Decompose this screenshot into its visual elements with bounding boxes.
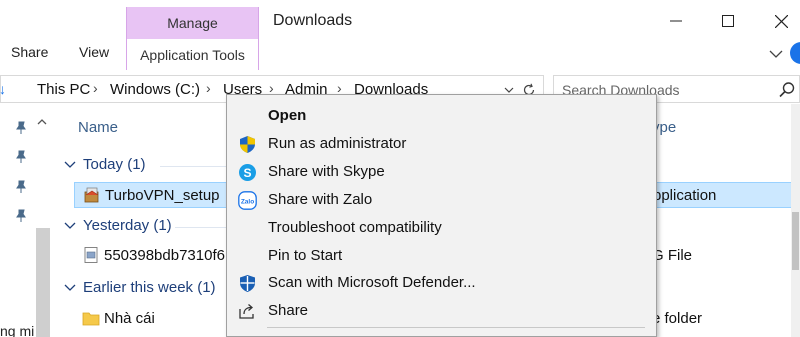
menu-item-run-as-administrator[interactable]: Run as administrator: [227, 130, 656, 158]
menu-item-share-with-zalo[interactable]: Zalo Share with Zalo: [227, 186, 656, 214]
breadcrumb-windows-c[interactable]: Windows (C:): [110, 81, 200, 98]
image-file-icon: [84, 247, 98, 263]
svg-text:S: S: [243, 166, 251, 180]
menu-item-pin-to-start[interactable]: Pin to Start: [227, 242, 656, 270]
column-header-name[interactable]: Name: [78, 119, 118, 136]
file-name: 550398bdb7310f6: [104, 247, 225, 264]
zalo-icon: Zalo: [238, 191, 257, 210]
chevron-right-icon[interactable]: ›: [93, 80, 98, 96]
folder-icon: [82, 312, 100, 326]
file-name: TurboVPN_setup: [105, 187, 220, 204]
file-type: G File: [652, 247, 693, 264]
context-menu: Open Run as administrator S Share with S…: [226, 94, 657, 337]
manage-tab-group: Manage: [126, 7, 259, 39]
chevron-right-icon[interactable]: ›: [206, 80, 211, 96]
search-icon[interactable]: [778, 81, 796, 99]
menu-item-share-with-skype[interactable]: S Share with Skype: [227, 158, 656, 186]
menu-item-label: Share with Skype: [268, 163, 385, 180]
menu-separator: [267, 327, 645, 328]
manage-label: Manage: [167, 15, 218, 31]
maximize-icon: [722, 15, 734, 27]
pin-icon[interactable]: [14, 150, 28, 164]
menu-item-scan-with-defender[interactable]: Scan with Microsoft Defender...: [227, 269, 656, 297]
menu-item-label: Open: [268, 107, 307, 124]
menu-item-label: Share with Zalo: [268, 191, 373, 208]
chevron-down-icon: [64, 161, 76, 168]
tab-view[interactable]: View: [79, 44, 109, 60]
ribbon-expand-button[interactable]: [766, 44, 786, 64]
installer-icon: [84, 187, 99, 203]
group-label: Today (1): [83, 156, 146, 173]
tab-share[interactable]: Share: [11, 44, 48, 60]
close-button[interactable]: [766, 8, 796, 34]
group-divider: [160, 166, 226, 167]
uac-shield-icon: [240, 136, 255, 153]
svg-text:Zalo: Zalo: [241, 199, 254, 206]
share-icon: [239, 304, 254, 319]
chevron-down-icon: [64, 222, 76, 229]
chevron-up-icon: [37, 119, 47, 125]
nav-scrollbar[interactable]: [36, 228, 50, 337]
nav-item-partial[interactable]: ng mi: [0, 323, 34, 337]
menu-item-label: Pin to Start: [268, 247, 343, 264]
file-list-scrollbar-thumb[interactable]: [792, 212, 799, 270]
chevron-down-icon: [64, 284, 76, 291]
pin-icon[interactable]: [14, 209, 28, 223]
application-tools-label: Application Tools: [140, 46, 245, 63]
pin-icon[interactable]: [14, 180, 28, 194]
group-header-yesterday[interactable]: Yesterday (1): [64, 217, 172, 234]
ribbon: Manage Application Tools Share View Down…: [0, 0, 800, 70]
file-type: pplication: [653, 187, 717, 204]
menu-item-label: Scan with Microsoft Defender...: [268, 274, 476, 291]
menu-item-label: Run as administrator: [268, 135, 407, 152]
group-divider: [175, 227, 226, 228]
pin-icon[interactable]: [14, 121, 28, 135]
menu-item-share[interactable]: Share: [227, 297, 656, 325]
menu-item-label: Troubleshoot compatibility: [268, 219, 442, 236]
up-arrow-icon[interactable]: ↓: [0, 81, 6, 97]
group-label: Yesterday (1): [83, 217, 172, 234]
menu-item-troubleshoot-compatibility[interactable]: Troubleshoot compatibility: [227, 214, 656, 242]
minimize-button[interactable]: [661, 8, 691, 34]
file-type: e folder: [652, 310, 703, 327]
window-title: Downloads: [273, 12, 353, 29]
breadcrumb-this-pc[interactable]: This PC: [37, 81, 90, 98]
group-header-earlier-this-week[interactable]: Earlier this week (1): [64, 279, 216, 296]
nav-scroll-up-button[interactable]: [35, 115, 49, 129]
menu-item-label: Share: [268, 302, 309, 319]
group-header-today[interactable]: Today (1): [64, 156, 146, 173]
help-icon[interactable]: [790, 42, 800, 64]
group-label: Earlier this week (1): [83, 279, 216, 296]
chevron-down-icon: [504, 87, 514, 93]
menu-item-open[interactable]: Open: [227, 102, 656, 130]
defender-icon: [240, 275, 255, 292]
skype-icon: S: [239, 164, 256, 181]
chevron-down-icon: [769, 50, 783, 58]
maximize-button[interactable]: [713, 8, 743, 34]
file-name: Nhà cái: [104, 310, 155, 327]
tab-application-tools[interactable]: Application Tools: [126, 39, 259, 70]
close-icon: [774, 14, 788, 28]
minimize-icon: [670, 20, 682, 22]
